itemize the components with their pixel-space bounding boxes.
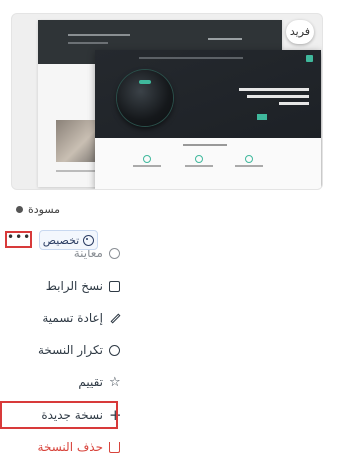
more-actions-button[interactable]: ••• — [5, 231, 32, 248]
star-icon: ☆ — [109, 374, 121, 390]
eye-icon — [109, 247, 120, 259]
robot-vacuum-image — [117, 70, 173, 126]
customize-button[interactable]: تخصيص — [39, 230, 98, 250]
theme-preview-card[interactable] — [11, 13, 323, 190]
menu-item-duplicate[interactable]: تكرار النسخة — [10, 339, 120, 361]
menu-item-label: تكرار النسخة — [37, 343, 103, 357]
pencil-icon — [109, 313, 120, 324]
menu-item-label: إعادة تسمية — [42, 311, 103, 325]
theme-actions-menu: معاينة نسخ الرابط إعادة تسمية تكرار النس… — [8, 245, 122, 472]
status-label: مسودة — [28, 203, 61, 216]
menu-item-rate[interactable]: تقييم ☆ — [10, 371, 120, 393]
palette-icon — [83, 234, 95, 246]
status-dot — [16, 206, 23, 213]
trash-icon — [109, 441, 120, 453]
menu-item-delete[interactable]: حذف النسخة — [10, 436, 120, 458]
duplicate-icon — [109, 344, 120, 356]
menu-item-rename[interactable]: إعادة تسمية — [10, 307, 120, 329]
new-version-highlight — [0, 401, 118, 429]
menu-item-label: تقييم — [78, 375, 103, 389]
copy-link-icon — [109, 280, 120, 292]
status-badge: مسودة — [16, 203, 60, 216]
menu-item-label: حذف النسخة — [37, 440, 103, 454]
theme-preview-desktop-front — [95, 50, 321, 189]
menu-item-label: نسخ الرابط — [45, 279, 103, 293]
menu-item-copy-link[interactable]: نسخ الرابط — [10, 275, 120, 297]
unique-badge: فريد — [286, 20, 314, 44]
customize-label: تخصيص — [42, 233, 80, 247]
